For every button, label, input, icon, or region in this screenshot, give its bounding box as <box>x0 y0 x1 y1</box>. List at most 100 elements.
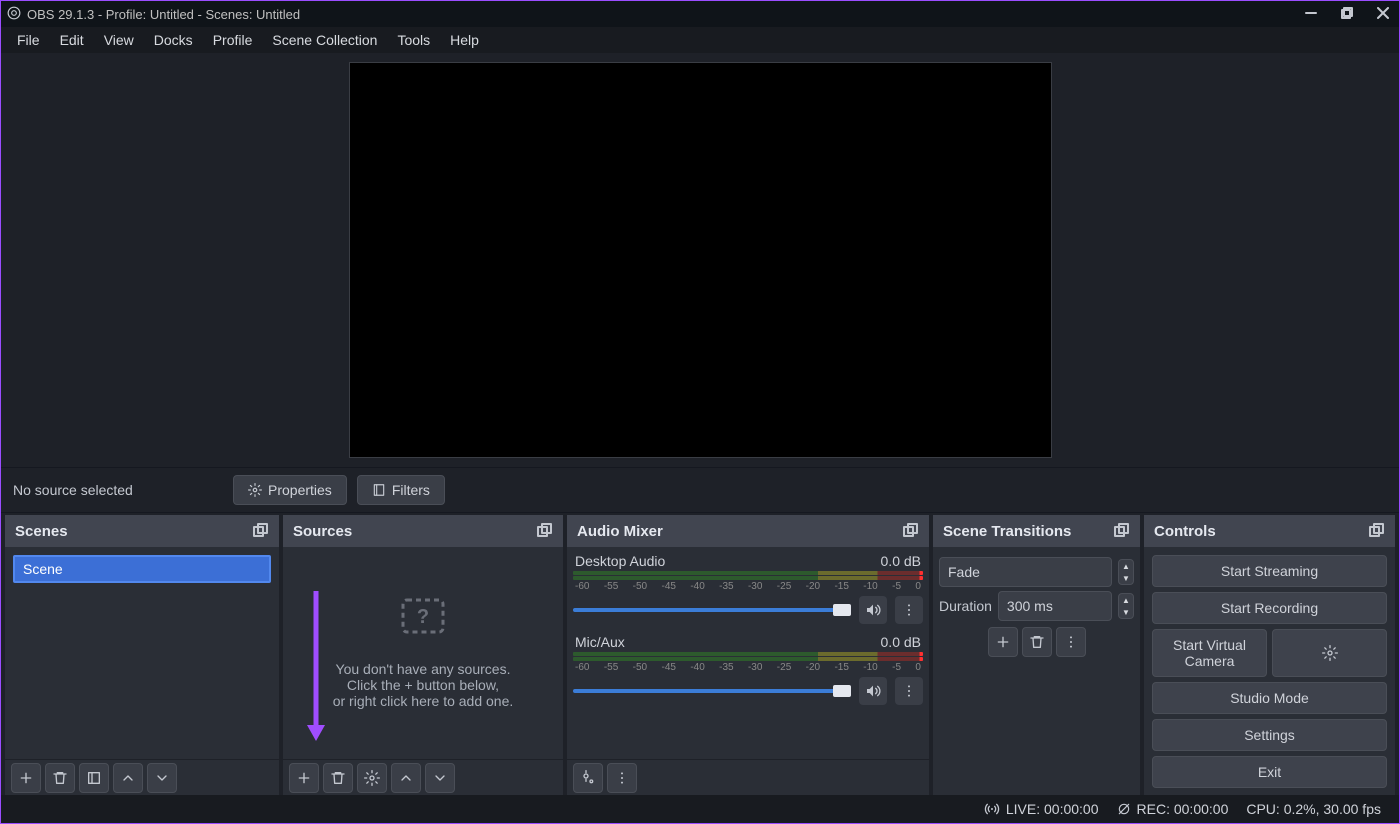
window-title: OBS 29.1.3 - Profile: Untitled - Scenes:… <box>27 7 300 22</box>
scene-filter-button[interactable] <box>79 763 109 793</box>
titlebar: OBS 29.1.3 - Profile: Untitled - Scenes:… <box>1 1 1399 27</box>
channel-name: Desktop Audio <box>575 553 665 569</box>
sources-dock: Sources ? You don't have any sources. Cl… <box>283 515 563 795</box>
controls-dock: Controls Start Streaming Start Recording… <box>1144 515 1395 795</box>
menu-help[interactable]: Help <box>440 28 489 52</box>
source-down-button[interactable] <box>425 763 455 793</box>
gear-icon <box>1322 645 1338 661</box>
start-recording-button[interactable]: Start Recording <box>1152 592 1387 624</box>
duration-input[interactable]: 300 ms <box>998 591 1112 621</box>
popout-icon[interactable] <box>253 523 269 539</box>
properties-button[interactable]: Properties <box>233 475 347 505</box>
audio-meter <box>573 657 923 661</box>
mixer-title: Audio Mixer <box>577 523 663 540</box>
source-toolbar: No source selected Properties Filters <box>1 467 1399 513</box>
mixer-advanced-button[interactable] <box>573 763 603 793</box>
menu-tools[interactable]: Tools <box>387 28 440 52</box>
popout-icon[interactable] <box>1114 523 1130 539</box>
menu-edit[interactable]: Edit <box>50 28 94 52</box>
channel-name: Mic/Aux <box>575 634 625 650</box>
preview-canvas[interactable] <box>349 62 1052 458</box>
arrow-down-icon <box>307 591 325 744</box>
maximize-button[interactable] <box>1341 7 1353 22</box>
add-transition-button[interactable] <box>988 627 1018 657</box>
broadcast-icon <box>984 801 1000 817</box>
add-scene-button[interactable] <box>11 763 41 793</box>
chevron-up-icon: ▲ <box>1119 560 1133 572</box>
mixer-channel-mic: Mic/Aux 0.0 dB -60-55-50-45-40-35-30-25-… <box>573 634 923 705</box>
no-source-label: No source selected <box>13 482 223 498</box>
record-off-icon <box>1117 802 1131 816</box>
duration-label: Duration <box>939 598 992 614</box>
volume-slider[interactable] <box>573 689 851 693</box>
chevron-down-icon: ▼ <box>1119 606 1133 618</box>
mixer-ticks: -60-55-50-45-40-35-30-25-20-15-10-50 <box>573 581 923 592</box>
mixer-menu-button[interactable] <box>607 763 637 793</box>
filters-button[interactable]: Filters <box>357 475 445 505</box>
menu-docks[interactable]: Docks <box>144 28 203 52</box>
status-rec: REC: 00:00:00 <box>1117 801 1229 817</box>
settings-button[interactable]: Settings <box>1152 719 1387 751</box>
gear-icon <box>248 483 262 497</box>
source-up-button[interactable] <box>391 763 421 793</box>
menubar: File Edit View Docks Profile Scene Colle… <box>1 27 1399 53</box>
close-button[interactable] <box>1377 7 1389 22</box>
sources-empty-text1: You don't have any sources. <box>336 661 511 677</box>
volume-slider[interactable] <box>573 608 851 612</box>
start-streaming-button[interactable]: Start Streaming <box>1152 555 1387 587</box>
transition-select[interactable]: Fade <box>939 557 1112 587</box>
status-live: LIVE: 00:00:00 <box>984 801 1099 817</box>
mute-button[interactable] <box>859 677 887 705</box>
channel-db: 0.0 dB <box>881 634 921 650</box>
status-cpu: CPU: 0.2%, 30.00 fps <box>1246 801 1381 817</box>
popout-icon[interactable] <box>537 523 553 539</box>
channel-menu-button[interactable] <box>895 596 923 624</box>
statusbar: LIVE: 00:00:00 REC: 00:00:00 CPU: 0.2%, … <box>1 795 1399 823</box>
question-box-icon: ? <box>401 598 445 637</box>
sources-empty-text2: Click the + button below, <box>347 677 499 693</box>
scene-up-button[interactable] <box>113 763 143 793</box>
menu-scene-collection[interactable]: Scene Collection <box>262 28 387 52</box>
remove-source-button[interactable] <box>323 763 353 793</box>
mixer-ticks: -60-55-50-45-40-35-30-25-20-15-10-50 <box>573 662 923 673</box>
scenes-dock: Scenes Scene <box>5 515 279 795</box>
transitions-title: Scene Transitions <box>943 523 1071 540</box>
scene-down-button[interactable] <box>147 763 177 793</box>
scene-item[interactable]: Scene <box>13 555 271 583</box>
popout-icon[interactable] <box>1369 523 1385 539</box>
obs-logo-icon <box>7 6 21 23</box>
virtual-camera-settings-button[interactable] <box>1272 629 1387 677</box>
popout-icon[interactable] <box>903 523 919 539</box>
channel-db: 0.0 dB <box>881 553 921 569</box>
sources-empty[interactable]: ? You don't have any sources. Click the … <box>289 553 557 753</box>
minimize-button[interactable] <box>1305 7 1317 22</box>
mixer-channel-desktop: Desktop Audio 0.0 dB -60-55-50-45-40-35-… <box>573 553 923 624</box>
audio-meter <box>573 576 923 580</box>
mixer-dock: Audio Mixer Desktop Audio 0.0 dB -60-55-… <box>567 515 929 795</box>
filters-icon <box>372 483 386 497</box>
sources-empty-text3: or right click here to add one. <box>333 693 514 709</box>
controls-title: Controls <box>1154 523 1216 540</box>
channel-menu-button[interactable] <box>895 677 923 705</box>
audio-meter <box>573 571 923 575</box>
preview-area <box>1 53 1399 467</box>
studio-mode-button[interactable]: Studio Mode <box>1152 682 1387 714</box>
svg-text:?: ? <box>417 606 429 628</box>
scenes-title: Scenes <box>15 523 68 540</box>
exit-button[interactable]: Exit <box>1152 756 1387 788</box>
chevron-up-icon: ▲ <box>1119 594 1133 606</box>
menu-profile[interactable]: Profile <box>203 28 263 52</box>
remove-scene-button[interactable] <box>45 763 75 793</box>
add-source-button[interactable] <box>289 763 319 793</box>
transitions-dock: Scene Transitions Fade ▲▼ Duration 300 m… <box>933 515 1140 795</box>
source-properties-button[interactable] <box>357 763 387 793</box>
menu-file[interactable]: File <box>7 28 50 52</box>
mute-button[interactable] <box>859 596 887 624</box>
transition-menu-button[interactable] <box>1056 627 1086 657</box>
transition-spinner[interactable]: ▲▼ <box>1118 559 1134 585</box>
chevron-down-icon: ▼ <box>1119 572 1133 584</box>
start-virtual-camera-button[interactable]: Start Virtual Camera <box>1152 629 1267 677</box>
remove-transition-button[interactable] <box>1022 627 1052 657</box>
duration-spinner[interactable]: ▲▼ <box>1118 593 1134 619</box>
menu-view[interactable]: View <box>94 28 144 52</box>
